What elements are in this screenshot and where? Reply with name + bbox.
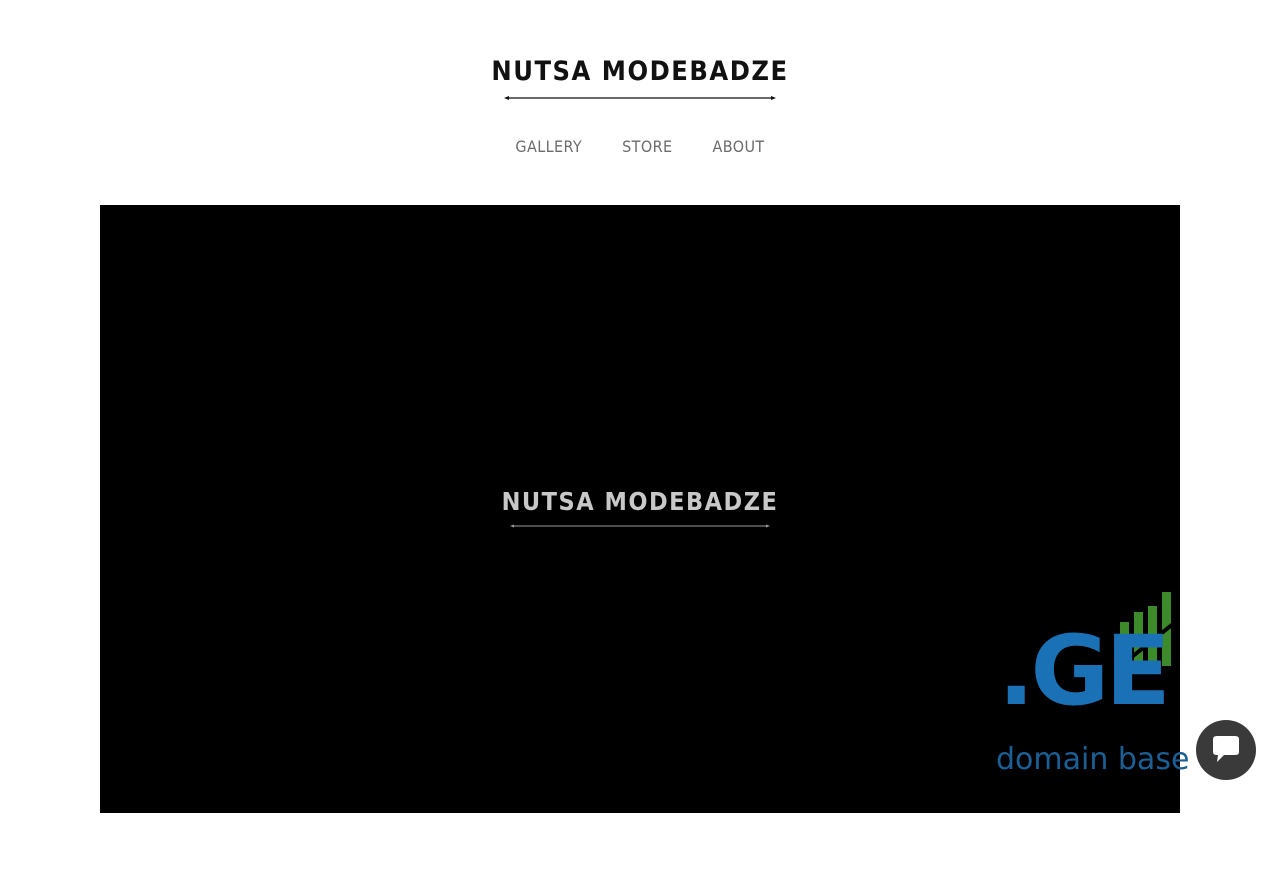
- chat-button[interactable]: [1196, 720, 1256, 780]
- site-logo[interactable]: NUTSA MODEBADZE: [0, 52, 1280, 92]
- badge-subtitle: domain base: [996, 742, 1190, 777]
- video-title-card: NUTSA MODEBADZE: [501, 487, 779, 516]
- domain-base-badge[interactable]: .GE domain base: [990, 590, 1200, 782]
- video-title-underline: [510, 524, 770, 528]
- chat-bubble-icon: [1213, 736, 1239, 762]
- nav-item-gallery[interactable]: GALLERY: [515, 134, 582, 160]
- main-nav: GALLERY STORE ABOUT: [0, 134, 1280, 160]
- logo-underline: [504, 96, 776, 100]
- site-header: NUTSA MODEBADZE GALLERY STORE ABOUT: [0, 0, 1280, 200]
- nav-item-about[interactable]: ABOUT: [712, 134, 764, 160]
- nav-item-store[interactable]: STORE: [622, 134, 672, 160]
- badge-ge-text: .GE: [998, 615, 1171, 727]
